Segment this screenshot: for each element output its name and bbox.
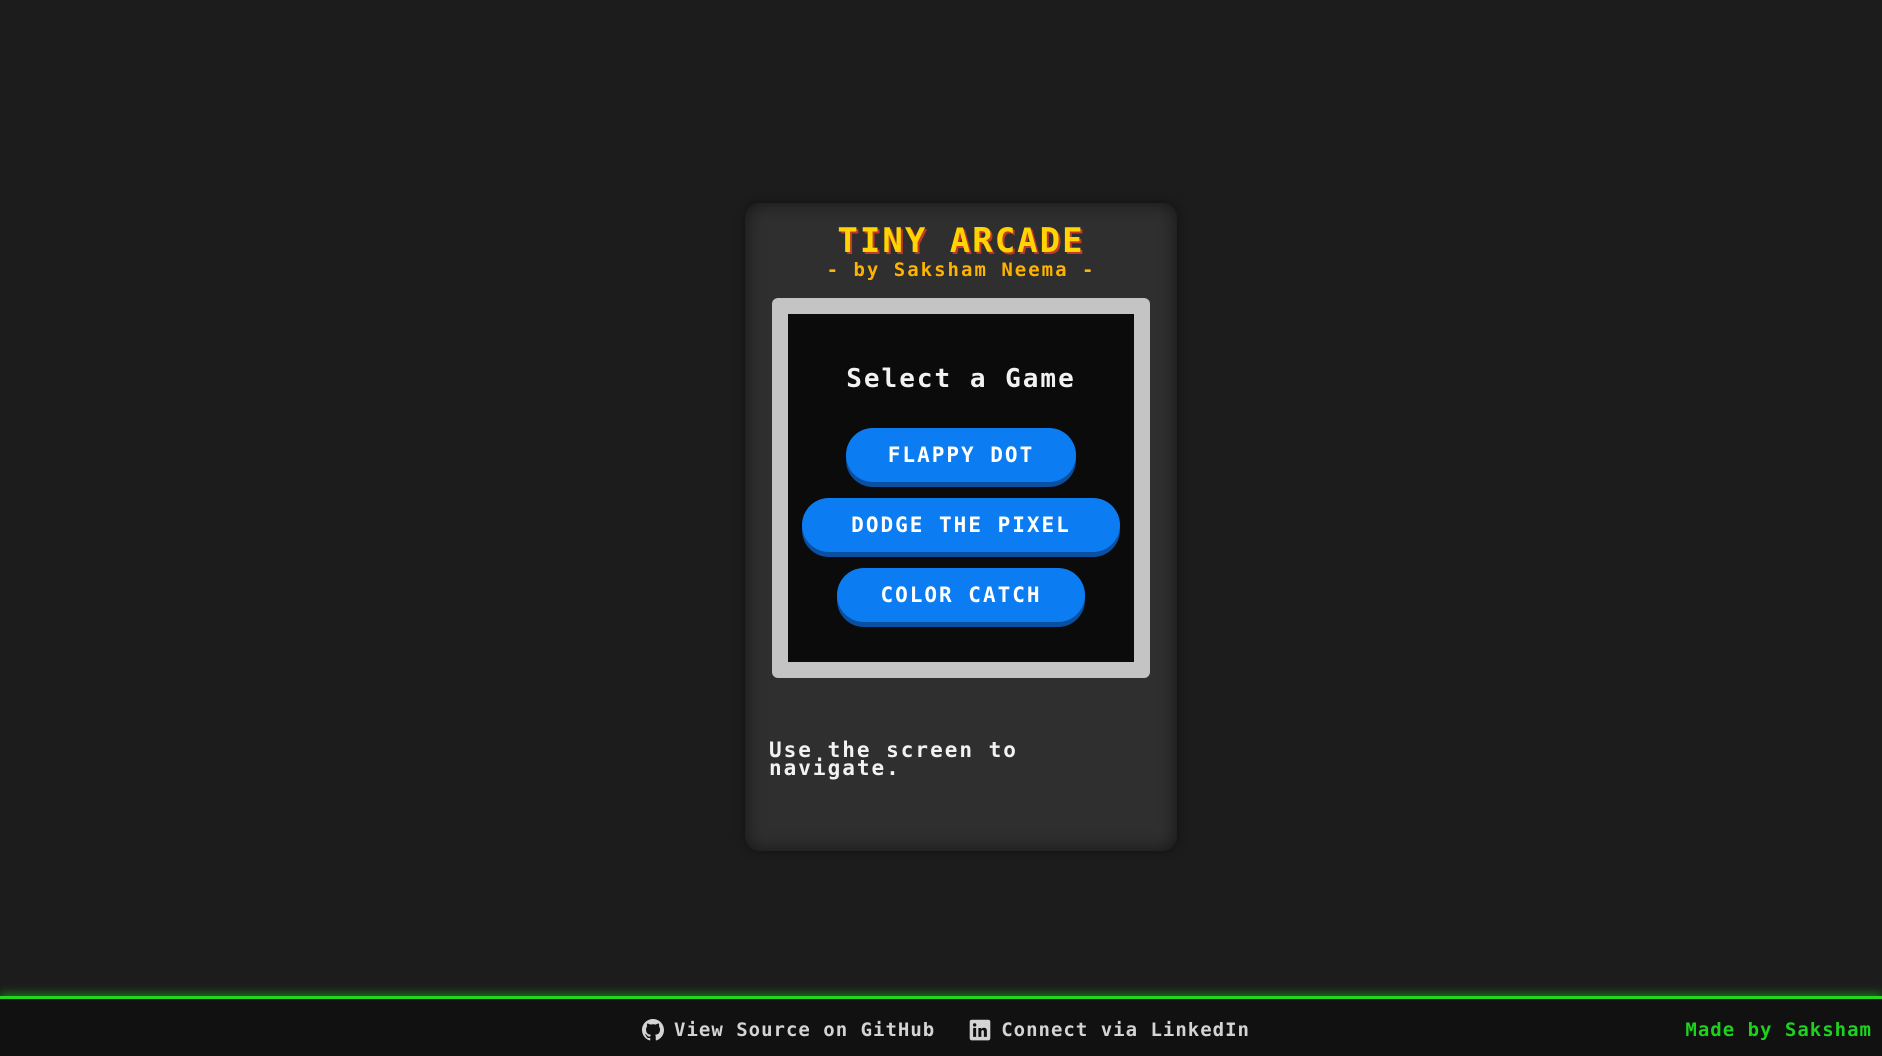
navigation-hint: Use the screen to navigate. (769, 738, 1018, 780)
footer-links: View Source on GitHub Connect via Linked… (642, 1019, 1250, 1041)
dodge-the-pixel-button[interactable]: DODGE THE PIXEL (802, 498, 1120, 552)
linkedin-link-label: Connect via LinkedIn (1001, 1019, 1250, 1041)
app-subtitle: - by Saksham Neema - (826, 259, 1096, 281)
credit-text: Made by Saksham (1685, 1019, 1872, 1041)
app-title: TINY ARCADE (837, 221, 1085, 261)
game-screen: Select a Game FLAPPY DOT DODGE THE PIXEL… (788, 314, 1134, 662)
color-catch-button[interactable]: COLOR CATCH (837, 568, 1085, 622)
linkedin-icon (969, 1019, 991, 1041)
linkedin-link[interactable]: Connect via LinkedIn (969, 1019, 1250, 1041)
arcade-console: TINY ARCADE - by Saksham Neema - Select … (745, 203, 1177, 851)
github-icon (642, 1019, 664, 1041)
github-link-label: View Source on GitHub (674, 1019, 936, 1041)
flappy-dot-button[interactable]: FLAPPY DOT (846, 428, 1076, 482)
github-link[interactable]: View Source on GitHub (642, 1019, 935, 1041)
screen-heading: Select a Game (846, 364, 1076, 394)
screen-frame: Select a Game FLAPPY DOT DODGE THE PIXEL… (772, 298, 1150, 678)
footer: View Source on GitHub Connect via Linked… (0, 996, 1882, 1056)
